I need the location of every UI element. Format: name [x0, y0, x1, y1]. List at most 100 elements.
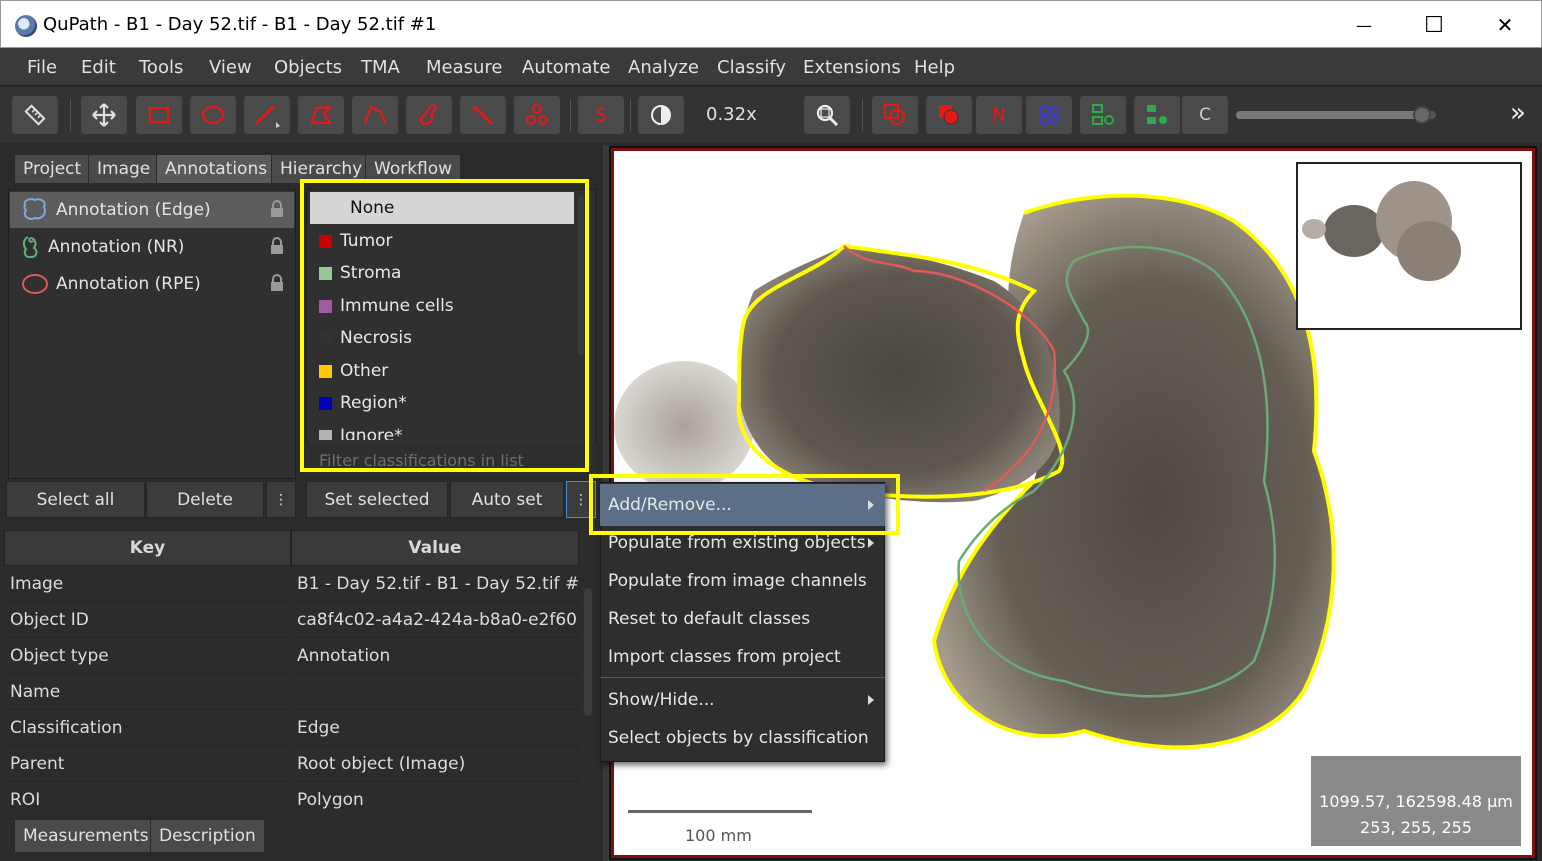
submenu-arrow-icon	[868, 695, 874, 705]
polyline-icon[interactable]	[352, 96, 398, 134]
menu-separator	[600, 677, 885, 678]
menu-item-import-classes[interactable]: Import classes from project	[608, 641, 878, 673]
submenu-arrow-icon	[868, 538, 874, 548]
delete-button[interactable]: Delete	[146, 481, 264, 518]
table-cell-key: Name	[4, 674, 291, 710]
add-remove-highlight-box	[589, 474, 900, 535]
table-cell-key: Image	[4, 566, 291, 602]
menu-item-label: Populate from image channels	[608, 571, 867, 591]
close-button[interactable]: ✕	[1482, 11, 1528, 39]
list-item[interactable]: Annotation (RPE)	[10, 266, 294, 302]
menu-item-label: Select objects by classification	[608, 728, 869, 748]
toolbar-separator	[70, 99, 71, 131]
rectangle-icon[interactable]	[136, 96, 182, 134]
annotation-label: Annotation (NR)	[48, 237, 185, 257]
table-cell-value[interactable]	[291, 674, 579, 710]
show-detections-icon[interactable]	[1080, 96, 1126, 134]
menu-measure[interactable]: Measure	[426, 57, 503, 78]
move-icon[interactable]	[81, 96, 127, 134]
toolbar-overflow-button[interactable]: »	[1510, 98, 1526, 128]
menu-bar: File Edit Tools View Objects TMA Measure…	[0, 48, 1542, 86]
show-tma-grid-icon[interactable]	[1026, 96, 1072, 134]
toolbar-separator	[570, 99, 571, 131]
table-cell-value: Edge	[291, 710, 579, 746]
brush-icon[interactable]	[406, 96, 452, 134]
table-cell-value: ca8f4c02-a4a2-424a-b8a0-e2f60...	[291, 602, 579, 638]
lock-icon[interactable]	[270, 274, 284, 292]
tab-image[interactable]: Image	[88, 154, 160, 184]
properties-scrollbar[interactable]	[584, 588, 592, 716]
tab-project[interactable]: Project	[14, 154, 91, 184]
menu-help[interactable]: Help	[914, 57, 955, 78]
brightness-contrast-icon[interactable]	[638, 96, 684, 134]
menu-classify[interactable]: Classify	[717, 57, 786, 78]
lock-icon[interactable]	[270, 200, 284, 218]
show-names-icon[interactable]: N	[976, 96, 1022, 134]
table-cell-key: Object type	[4, 638, 291, 674]
menu-item-reset-defaults[interactable]: Reset to default classes	[608, 603, 878, 635]
maximize-button[interactable]: ☐	[1411, 11, 1457, 39]
menu-file[interactable]: File	[27, 57, 57, 78]
table-cell-key: Classification	[4, 710, 291, 746]
minimize-button[interactable]: —	[1341, 11, 1387, 39]
title-bar: QuPath - B1 - Day 52.tif - B1 - Day 52.t…	[0, 0, 1542, 48]
points-icon[interactable]	[514, 96, 560, 134]
selection-mode-icon[interactable]: S	[578, 96, 624, 134]
zoom-to-fit-icon[interactable]	[804, 96, 850, 134]
fill-detections-icon[interactable]	[1134, 96, 1180, 134]
fill-annotations-icon[interactable]	[926, 96, 972, 134]
table-cell-key: Parent	[4, 746, 291, 782]
auto-set-button[interactable]: Auto set	[450, 481, 564, 518]
ellipse-icon[interactable]	[190, 96, 236, 134]
menu-view[interactable]: View	[209, 57, 252, 78]
scalebar-label: 100 mm	[685, 826, 752, 845]
show-pixel-classification-icon[interactable]: C	[1182, 96, 1228, 134]
opacity-slider-fill	[1236, 111, 1422, 119]
menu-tma[interactable]: TMA	[361, 57, 400, 78]
table-cell-value: Annotation	[291, 638, 579, 674]
menu-edit[interactable]: Edit	[81, 57, 116, 78]
annotation-shape-icon	[22, 236, 38, 259]
menu-analyze[interactable]: Analyze	[628, 57, 699, 78]
menu-item-populate-channels[interactable]: Populate from image channels	[608, 565, 878, 597]
zoom-level: 0.32x	[706, 104, 757, 125]
tab-measurements[interactable]: Measurements	[14, 819, 158, 853]
table-cell-value: Polygon	[291, 782, 579, 818]
menu-tools[interactable]: Tools	[139, 57, 183, 78]
menu-item-show-hide[interactable]: Show/Hide...	[608, 684, 878, 716]
table-cell-value: Root object (Image)	[291, 746, 579, 782]
list-item[interactable]: Annotation (NR)	[10, 229, 294, 265]
polygon-icon[interactable]	[298, 96, 344, 134]
menu-item-label: Reset to default classes	[608, 609, 811, 629]
table-cell-key: Object ID	[4, 602, 291, 638]
annotation-more-button[interactable]: ⋮	[266, 481, 296, 518]
pixel-value: 253, 255, 255	[1360, 818, 1472, 837]
toolbar-separator	[862, 99, 863, 131]
key-column-header[interactable]: Key	[4, 530, 291, 566]
toolbar-separator	[630, 99, 631, 131]
qupath-logo-icon	[15, 15, 37, 37]
annotation-label: Annotation (RPE)	[56, 274, 201, 294]
wand-icon[interactable]	[460, 96, 506, 134]
tab-description[interactable]: Description	[150, 819, 265, 853]
opacity-slider-handle[interactable]	[1413, 106, 1431, 124]
toolbar: S 0.32x N C »	[0, 87, 1542, 143]
table-cell-value: B1 - Day 52.tif - B1 - Day 52.tif #1	[291, 566, 579, 602]
lock-icon[interactable]	[270, 237, 284, 255]
opacity-slider[interactable]	[1236, 106, 1436, 124]
menu-automate[interactable]: Automate	[522, 57, 611, 78]
cursor-location: 1099.57, 162598.48 µm	[1319, 792, 1513, 811]
menu-item-select-by-class[interactable]: Select objects by classification	[608, 722, 878, 754]
menu-item-label: Import classes from project	[608, 647, 841, 667]
select-all-button[interactable]: Select all	[6, 481, 145, 518]
value-column-header[interactable]: Value	[291, 530, 579, 566]
line-icon[interactable]	[244, 96, 290, 134]
set-selected-button[interactable]: Set selected	[306, 481, 448, 518]
ruler-icon[interactable]	[12, 96, 58, 134]
tab-annotations[interactable]: Annotations	[156, 154, 277, 184]
menu-extensions[interactable]: Extensions	[803, 57, 901, 78]
list-item[interactable]: Annotation (Edge)	[10, 192, 294, 228]
menu-objects[interactable]: Objects	[274, 57, 342, 78]
menu-item-label: Populate from existing objects	[608, 533, 866, 553]
show-annotations-icon[interactable]	[872, 96, 918, 134]
